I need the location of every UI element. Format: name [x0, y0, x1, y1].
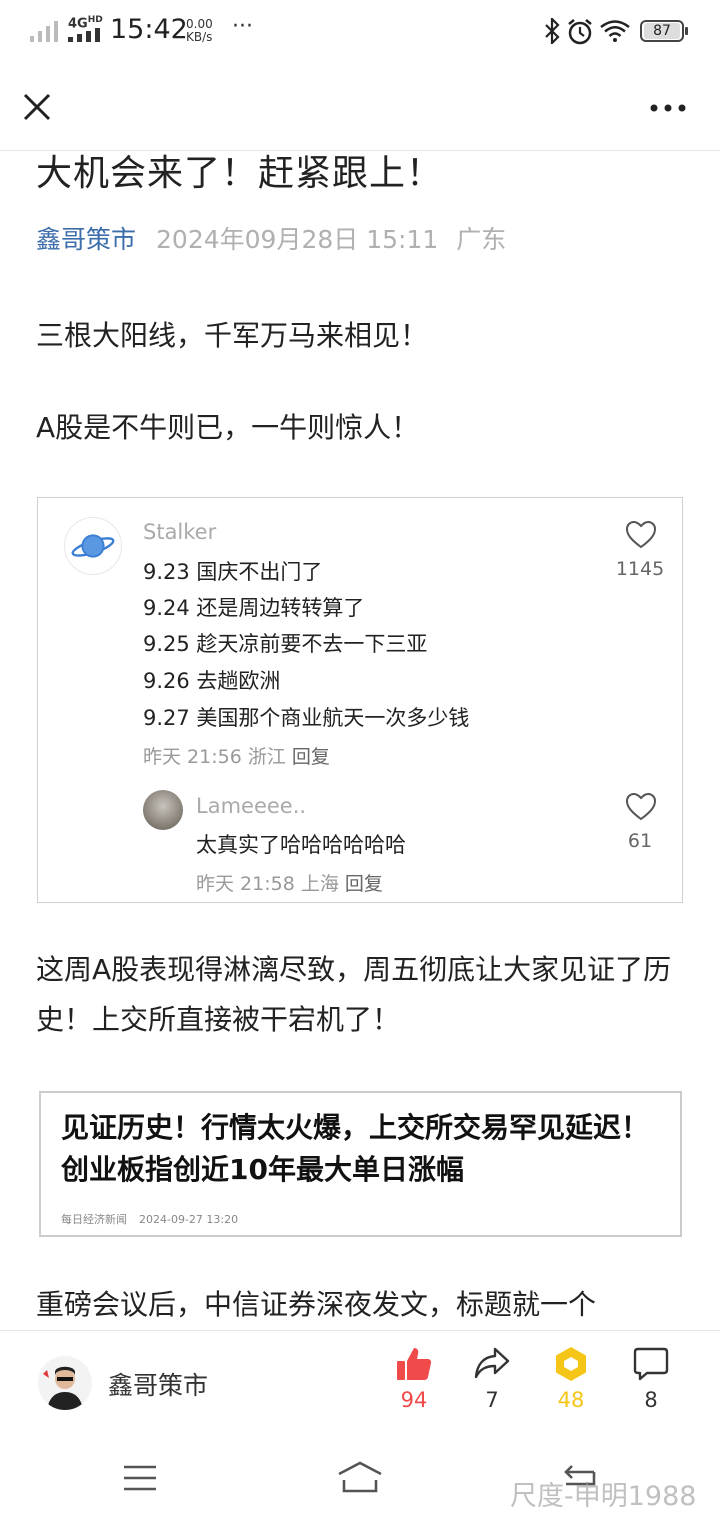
article-meta: 鑫哥策市 2024年09月28日 15:11 广东: [36, 220, 506, 256]
reply-meta: 昨天 21:58 上海 回复: [196, 873, 383, 895]
comment-line: 9.23 国庆不出门了: [143, 560, 323, 584]
reply-link: 回复: [344, 873, 383, 895]
comment-line: 9.24 还是周边转转算了: [143, 596, 365, 620]
news-screenshot: 见证历史！行情太火爆，上交所交易罕见延迟！创业板指创近10年最大单日涨幅 每日经…: [39, 1091, 682, 1237]
publish-location: 广东: [456, 225, 507, 254]
reply-like-count: 61: [627, 830, 653, 852]
home-icon[interactable]: [336, 1460, 384, 1494]
heart-icon: [626, 521, 656, 549]
author-avatar[interactable]: [38, 1356, 92, 1410]
reply-text: 太真实了哈哈哈哈哈哈: [196, 833, 406, 857]
like-count: 94: [400, 1388, 428, 1412]
battery-level: 87: [644, 23, 680, 39]
heart-icon: [626, 793, 656, 821]
planet-avatar: [64, 517, 122, 575]
signal-icon: [30, 21, 58, 42]
article-paragraph: 三根大阳线，千军万马来相见！: [36, 319, 429, 352]
article-title: 大机会来了！赶紧跟上！: [36, 153, 444, 194]
publish-date: 2024年09月28日 15:11: [156, 225, 439, 254]
share-count: 7: [485, 1388, 499, 1412]
reply-link: 回复: [291, 746, 330, 768]
clock: 15:42: [110, 14, 188, 45]
comment-line: 9.25 趁天凉前要不去一下三亚: [143, 632, 428, 656]
share-icon: [474, 1347, 510, 1379]
close-icon[interactable]: [20, 90, 54, 124]
reply-username: Lameeee..: [196, 794, 307, 818]
menu-icon[interactable]: [122, 1464, 158, 1492]
reply-avatar: [143, 790, 183, 830]
author-name[interactable]: 鑫哥策市: [108, 1366, 208, 1402]
comment-count: 8: [644, 1388, 658, 1412]
share-button[interactable]: 7: [452, 1346, 532, 1412]
battery-icon: 87: [640, 20, 688, 42]
news-title: 见证历史！行情太火爆，上交所交易罕见延迟！创业板指创近10年最大单日涨幅: [61, 1111, 650, 1186]
article-paragraph: A股是不牛则已，一牛则惊人！: [36, 411, 420, 444]
comment-username: Stalker: [143, 520, 217, 544]
bluetooth-icon: [545, 18, 560, 44]
status-bar: 4GHD 15:42 0.00 KB/s ··· 87: [0, 0, 720, 64]
more-options-icon[interactable]: [650, 104, 686, 112]
favorite-button[interactable]: 48: [531, 1346, 611, 1412]
status-more-icon: ···: [232, 14, 253, 39]
article-paragraph: 重磅会议后，中信证券深夜发文，标题就一个: [36, 1288, 597, 1321]
comment-button[interactable]: 8: [611, 1346, 691, 1412]
alarm-icon: [568, 19, 592, 45]
comment-line: 9.26 去趟欧洲: [143, 669, 281, 693]
comment-line: 9.27 美国那个商业航天一次多少钱: [143, 706, 470, 730]
network-speed: 0.00 KB/s: [186, 17, 213, 44]
author-link[interactable]: 鑫哥策市: [36, 225, 136, 254]
comment-icon: [633, 1347, 669, 1381]
comment-like-count: 1145: [615, 558, 665, 580]
favorite-icon: [556, 1347, 586, 1381]
thumbs-up-icon: [397, 1348, 432, 1380]
article-paragraph: 这周A股表现得淋漓尽致，周五彻底让大家见证了历史！上交所直接被干宕机了！: [36, 953, 672, 1036]
comment-meta: 昨天 21:56 浙江 回复: [143, 746, 330, 768]
like-button[interactable]: 94: [374, 1346, 454, 1412]
news-source: 每日经济新闻 2024-09-27 13:20: [61, 1213, 239, 1226]
signal-icon-2: [68, 28, 100, 42]
favorite-count: 48: [557, 1388, 585, 1412]
watermark: 尺度-申明1988: [510, 1481, 697, 1512]
wifi-icon: [600, 20, 630, 42]
